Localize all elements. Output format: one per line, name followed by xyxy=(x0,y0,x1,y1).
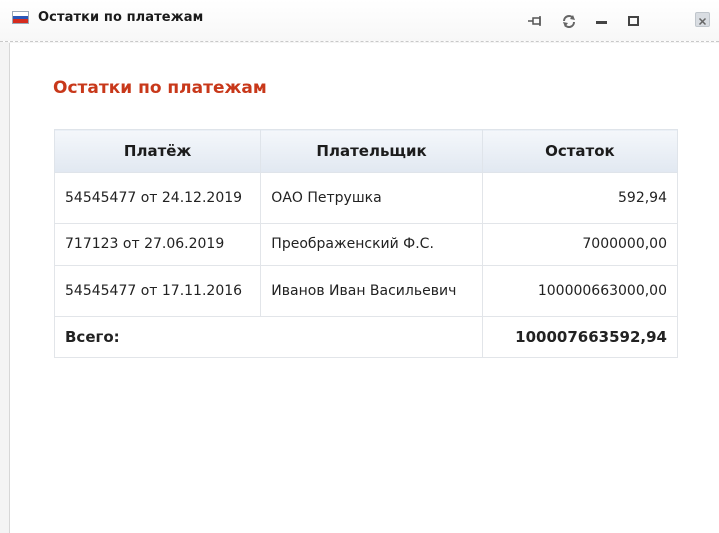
payer-cell: ОАО Петрушка xyxy=(260,172,483,224)
window-title: Остатки по платежам xyxy=(38,10,204,25)
column-header-balance[interactable]: Остаток xyxy=(481,129,679,173)
payment-cell: 717123 от 27.06.2019 xyxy=(53,223,262,266)
maximize-icon[interactable] xyxy=(626,13,642,29)
app-icon xyxy=(12,11,29,24)
refresh-icon[interactable] xyxy=(561,13,577,29)
table-header-row: Платёж Плательщик Остаток xyxy=(53,129,679,173)
table-row[interactable]: 54545477 от 24.12.2019 ОАО Петрушка 592,… xyxy=(53,172,679,224)
page-title: Остатки по платежам xyxy=(53,78,267,98)
table-row[interactable]: 717123 от 27.06.2019 Преображенский Ф.С.… xyxy=(53,223,679,266)
pin-icon[interactable] xyxy=(527,13,543,29)
balance-cell: 7000000,00 xyxy=(481,223,679,266)
balance-cell: 592,94 xyxy=(481,172,679,224)
balances-table: Платёж Плательщик Остаток 54545477 от 24… xyxy=(53,129,679,358)
content-panel: Остатки по платежам Платёж Плательщик Ос… xyxy=(9,43,719,533)
total-label: Всего: xyxy=(54,316,483,358)
column-header-payer[interactable]: Плательщик xyxy=(260,129,483,173)
payer-cell: Иванов Иван Васильевич xyxy=(260,265,483,317)
total-row: Всего: 100007663592,94 xyxy=(54,316,679,358)
title-bar[interactable]: Остатки по платежам xyxy=(0,0,719,42)
payment-cell: 54545477 от 17.11.2016 xyxy=(53,265,262,317)
payment-balances-window: Остатки по платежам Остатки по платежам … xyxy=(0,0,719,533)
balance-cell: 100000663000,00 xyxy=(481,265,679,317)
payment-cell: 54545477 от 24.12.2019 xyxy=(53,172,262,224)
column-header-payment[interactable]: Платёж xyxy=(53,129,262,173)
close-icon[interactable] xyxy=(695,12,710,27)
payer-cell: Преображенский Ф.С. xyxy=(260,223,483,266)
minimize-icon[interactable] xyxy=(594,13,610,29)
total-value: 100007663592,94 xyxy=(481,316,679,358)
table-row[interactable]: 54545477 от 17.11.2016 Иванов Иван Васил… xyxy=(53,265,679,317)
